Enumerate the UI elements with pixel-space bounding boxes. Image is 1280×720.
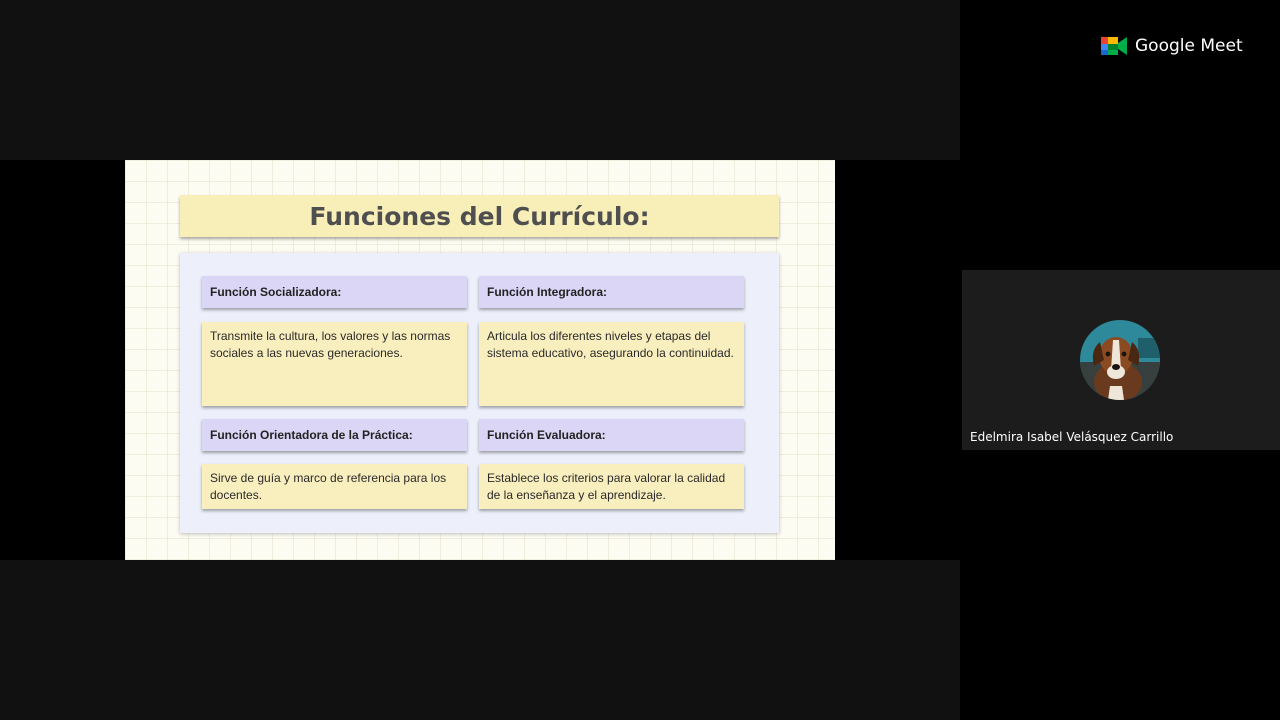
presentation-stage: Funciones del Currículo: Función Sociali… [0, 0, 960, 720]
slide-title: Funciones del Currículo: [180, 195, 779, 237]
function-description-integradora: Articula los diferentes niveles y etapas… [479, 322, 744, 406]
shared-slide: Funciones del Currículo: Función Sociali… [125, 160, 835, 560]
participant-name: Edelmira Isabel Velásquez Carrillo [970, 430, 1174, 444]
function-heading-evaluadora: Función Evaluadora: [479, 419, 744, 451]
stage-letterbox-top [0, 0, 960, 160]
function-description-orientadora: Sirve de guía y marco de referencia para… [202, 464, 467, 509]
function-heading-integradora: Función Integradora: [479, 276, 744, 308]
function-heading-socializadora: Función Socializadora: [202, 276, 467, 308]
google-meet-logo: Google Meet [1100, 34, 1243, 58]
function-description-socializadora: Transmite la cultura, los valores y las … [202, 322, 467, 406]
dog-photo-avatar-icon [1080, 320, 1160, 400]
participant-tile[interactable]: Edelmira Isabel Velásquez Carrillo [962, 270, 1280, 450]
google-meet-icon [1101, 37, 1127, 55]
function-heading-orientadora: Función Orientadora de la Práctica: [202, 419, 467, 451]
participant-avatar [1080, 320, 1160, 400]
google-meet-wordmark: Google Meet [1135, 36, 1243, 56]
functions-panel: Función Socializadora: Transmite la cult… [180, 253, 779, 533]
function-description-evaluadora: Establece los criterios para valorar la … [479, 464, 744, 509]
